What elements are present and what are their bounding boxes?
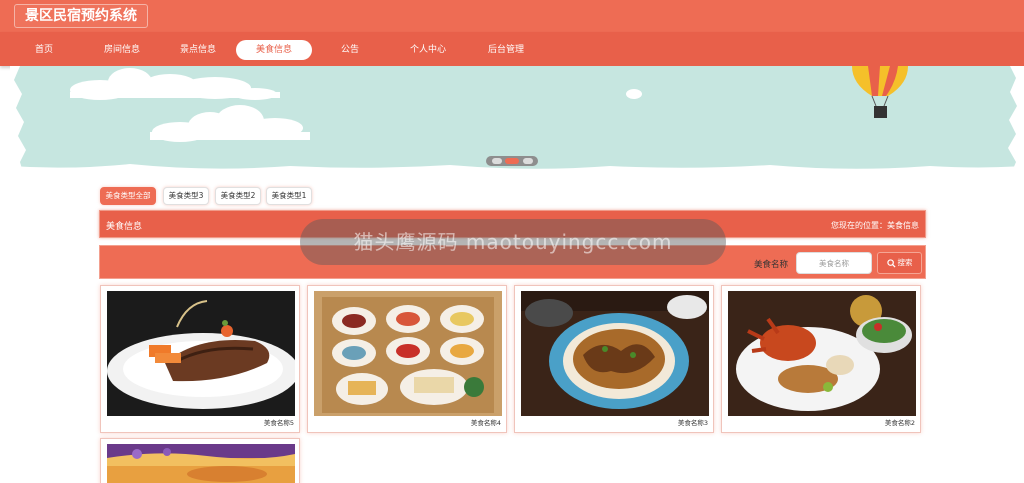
food-image-crab[interactable] (728, 291, 916, 416)
filter-tab-type2[interactable]: 美食类型2 (215, 187, 261, 205)
filter-tab-all[interactable]: 美食类型全部 (100, 187, 156, 205)
food-image-dim-sum[interactable] (314, 291, 502, 416)
food-card[interactable]: 美食名称4 (307, 285, 507, 433)
food-card[interactable]: 美食名称2 (721, 285, 921, 433)
filter-tab-type1[interactable]: 美食类型1 (266, 187, 312, 205)
nav-item-home[interactable]: 首页 (26, 40, 62, 60)
nav-item-profile[interactable]: 个人中心 (402, 40, 454, 60)
search-label: 美食名称 (754, 260, 789, 270)
nav-item-admin[interactable]: 后台管理 (480, 40, 532, 60)
food-name: 美食名称3 (677, 419, 708, 427)
food-name: 美食名称2 (884, 419, 915, 427)
nav-item-attractions[interactable]: 景点信息 (172, 40, 224, 60)
breadcrumb-prefix: 您现在的位置： (831, 221, 887, 230)
section-title: 美食信息 (106, 222, 143, 232)
banner-pagination (486, 156, 538, 166)
search-icon (886, 258, 896, 268)
food-card[interactable]: 美食名称3 (514, 285, 714, 433)
food-image-noodles[interactable] (521, 291, 709, 416)
food-image-dessert[interactable] (107, 444, 295, 483)
breadcrumb-current[interactable]: 美食信息 (887, 221, 919, 230)
search-button-label: 搜索 (897, 258, 913, 267)
section-header: 美食信息 您现在的位置：美食信息 (99, 210, 926, 238)
search-bar: 美食名称 搜索 (99, 245, 926, 279)
nav-item-rooms[interactable]: 房间信息 (96, 40, 148, 60)
food-name: 美食名称5 (263, 419, 294, 427)
food-card[interactable] (100, 438, 300, 483)
food-image-steak[interactable] (107, 291, 295, 416)
food-name-search-input[interactable] (796, 252, 872, 274)
nav-item-announcements[interactable]: 公告 (332, 40, 368, 60)
top-header-bar: 景区民宿预约系统 (0, 0, 1024, 32)
banner-dot-2[interactable] (505, 158, 519, 164)
search-button[interactable]: 搜索 (877, 252, 922, 274)
main-nav: 首页 房间信息 景点信息 美食信息 公告 个人中心 后台管理 (0, 32, 1024, 66)
banner-dot-3[interactable] (523, 158, 533, 164)
filter-tab-type3[interactable]: 美食类型3 (163, 187, 209, 205)
nav-item-food[interactable]: 美食信息 (236, 40, 312, 60)
food-card[interactable]: 美食名称5 (100, 285, 300, 433)
food-name: 美食名称4 (470, 419, 501, 427)
breadcrumb: 您现在的位置：美食信息 (831, 220, 919, 231)
banner-dot-1[interactable] (492, 158, 502, 164)
site-title[interactable]: 景区民宿预约系统 (14, 4, 148, 28)
